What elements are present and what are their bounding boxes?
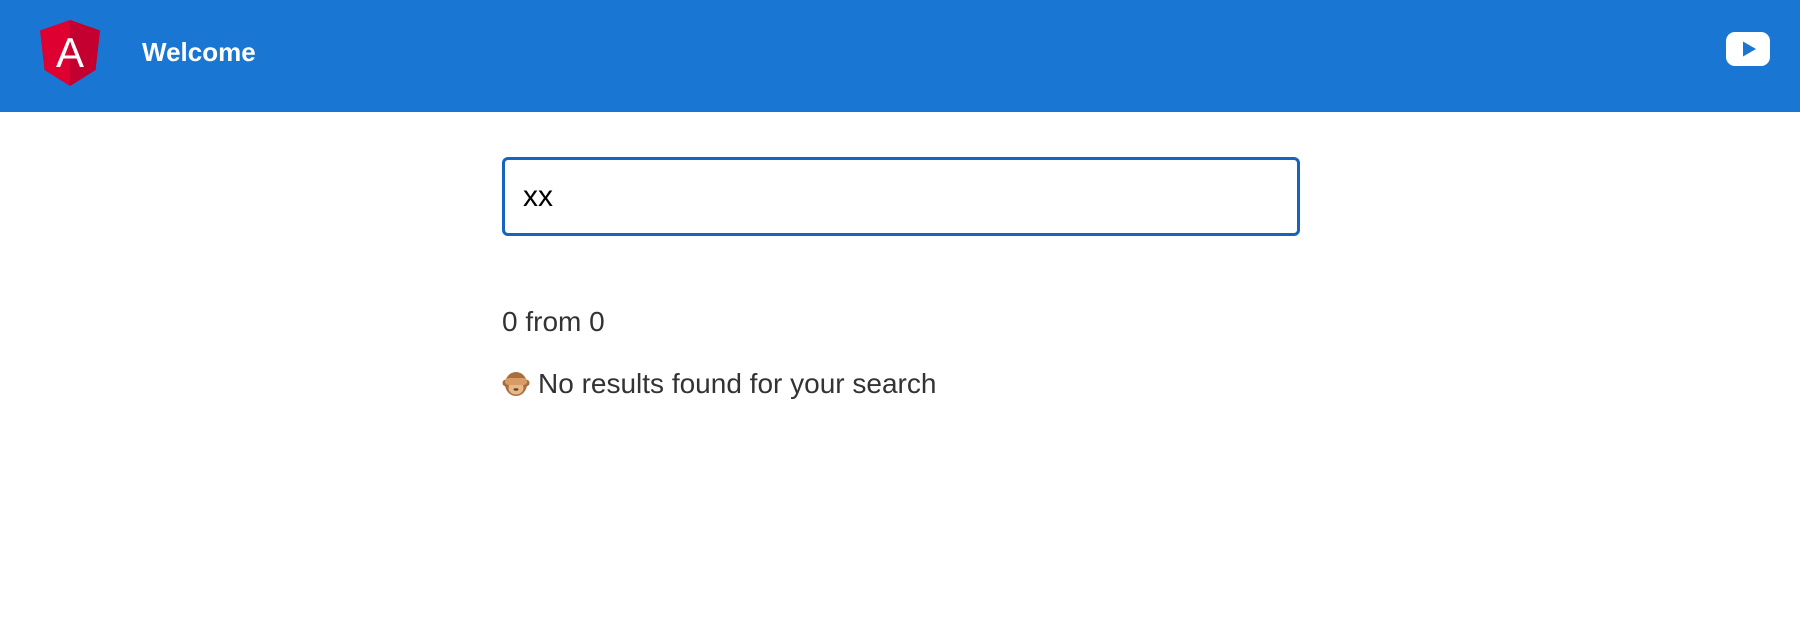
see-no-evil-monkey-icon — [502, 372, 530, 396]
youtube-icon — [1726, 32, 1770, 66]
angular-logo-icon: A — [40, 20, 100, 86]
no-results-message: No results found for your search — [502, 367, 936, 401]
results-count: 0 from 0 — [502, 306, 605, 337]
search-input[interactable] — [502, 157, 1300, 236]
header-toolbar: A Welcome — [0, 0, 1800, 112]
no-results-text: No results found for your search — [538, 368, 937, 399]
page-title: Welcome — [142, 37, 256, 67]
angular-logo-letter: A — [56, 29, 84, 76]
youtube-link[interactable] — [1726, 32, 1770, 66]
